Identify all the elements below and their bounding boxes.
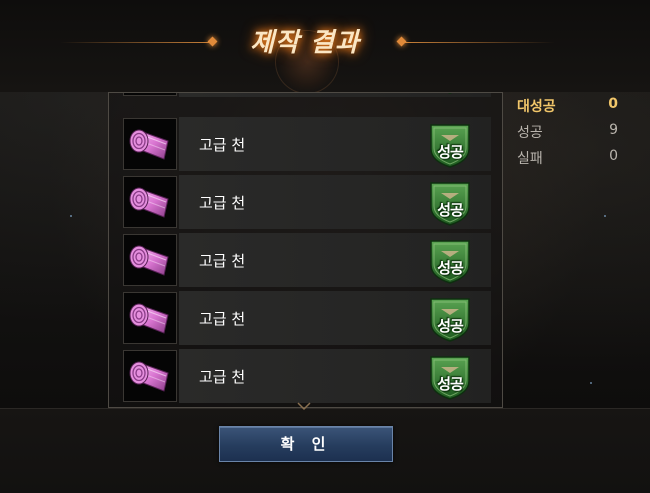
crafting-result-screen: 제작 결과 고급 천 성공 고급 천 성공 고급 천 성공 고급 천 성공 고급… <box>0 0 650 493</box>
item-icon-slot[interactable] <box>123 234 177 286</box>
stat-value: 0 <box>609 148 618 164</box>
stat-label: 대성공 <box>517 99 556 115</box>
pink-cloth-roll-icon <box>129 245 169 276</box>
result-row: 고급 천 성공 <box>123 291 491 345</box>
badge-label: 성공 <box>437 375 464 393</box>
badge-label: 성공 <box>437 201 464 219</box>
result-row: 성공 <box>123 92 491 97</box>
success-badge: 성공 <box>427 353 473 401</box>
dialog-title: 제작 결과 <box>250 28 360 58</box>
result-row: 고급 천 성공 <box>123 117 491 171</box>
item-name: 고급 천 <box>199 310 246 328</box>
sparkle <box>590 382 592 384</box>
result-row-body: 성공 <box>179 93 491 97</box>
result-row-body: 고급 천 성공 <box>179 349 491 403</box>
title-line-right <box>405 42 555 43</box>
stat-value: 0 <box>608 96 618 112</box>
badge-label: 성공 <box>437 143 464 161</box>
title-line-left <box>60 42 210 43</box>
pink-cloth-roll-icon <box>129 303 169 334</box>
badge-label: 성공 <box>437 317 464 335</box>
stat-label: 성공 <box>517 125 543 141</box>
sparkle <box>70 215 72 217</box>
result-row-body: 고급 천 성공 <box>179 117 491 171</box>
success-badge: 성공 <box>427 93 473 95</box>
result-list[interactable]: 성공 고급 천 <box>108 92 503 408</box>
confirm-button[interactable]: 확 인 <box>219 426 393 462</box>
item-icon-slot[interactable] <box>123 176 177 228</box>
result-row: 고급 천 성공 <box>123 233 491 287</box>
success-shield-icon <box>447 93 453 94</box>
sparkle <box>604 215 606 217</box>
pink-cloth-roll-icon <box>129 187 169 218</box>
item-icon-slot[interactable] <box>123 118 177 170</box>
item-icon-slot[interactable] <box>123 292 177 344</box>
chevron-down-icon <box>297 402 311 411</box>
stat-label: 실패 <box>517 151 543 167</box>
result-stats: 대성공 0 성공 9 실패 0 <box>517 96 622 174</box>
result-row: 고급 천 성공 <box>123 349 491 403</box>
item-name: 고급 천 <box>199 368 246 386</box>
result-row: 고급 천 성공 <box>123 175 491 229</box>
stat-row: 대성공 0 <box>517 96 622 122</box>
pink-cloth-roll-icon <box>129 129 169 160</box>
pink-cloth-roll-icon <box>129 361 169 392</box>
success-badge: 성공 <box>427 237 473 285</box>
item-name: 고급 천 <box>199 252 246 270</box>
item-icon-slot[interactable] <box>123 92 177 96</box>
stat-value: 9 <box>609 122 618 138</box>
stat-row: 실패 0 <box>517 148 622 174</box>
stat-row: 성공 9 <box>517 122 622 148</box>
item-name: 고급 천 <box>199 136 246 154</box>
success-badge: 성공 <box>427 179 473 227</box>
pink-cloth-roll-icon <box>124 92 176 95</box>
item-name: 고급 천 <box>199 194 246 212</box>
result-row-body: 고급 천 성공 <box>179 175 491 229</box>
result-row-body: 고급 천 성공 <box>179 233 491 287</box>
result-row-body: 고급 천 성공 <box>179 291 491 345</box>
success-badge: 성공 <box>427 295 473 343</box>
badge-label: 성공 <box>437 259 464 277</box>
success-badge: 성공 <box>427 121 473 169</box>
item-icon-slot[interactable] <box>123 350 177 402</box>
